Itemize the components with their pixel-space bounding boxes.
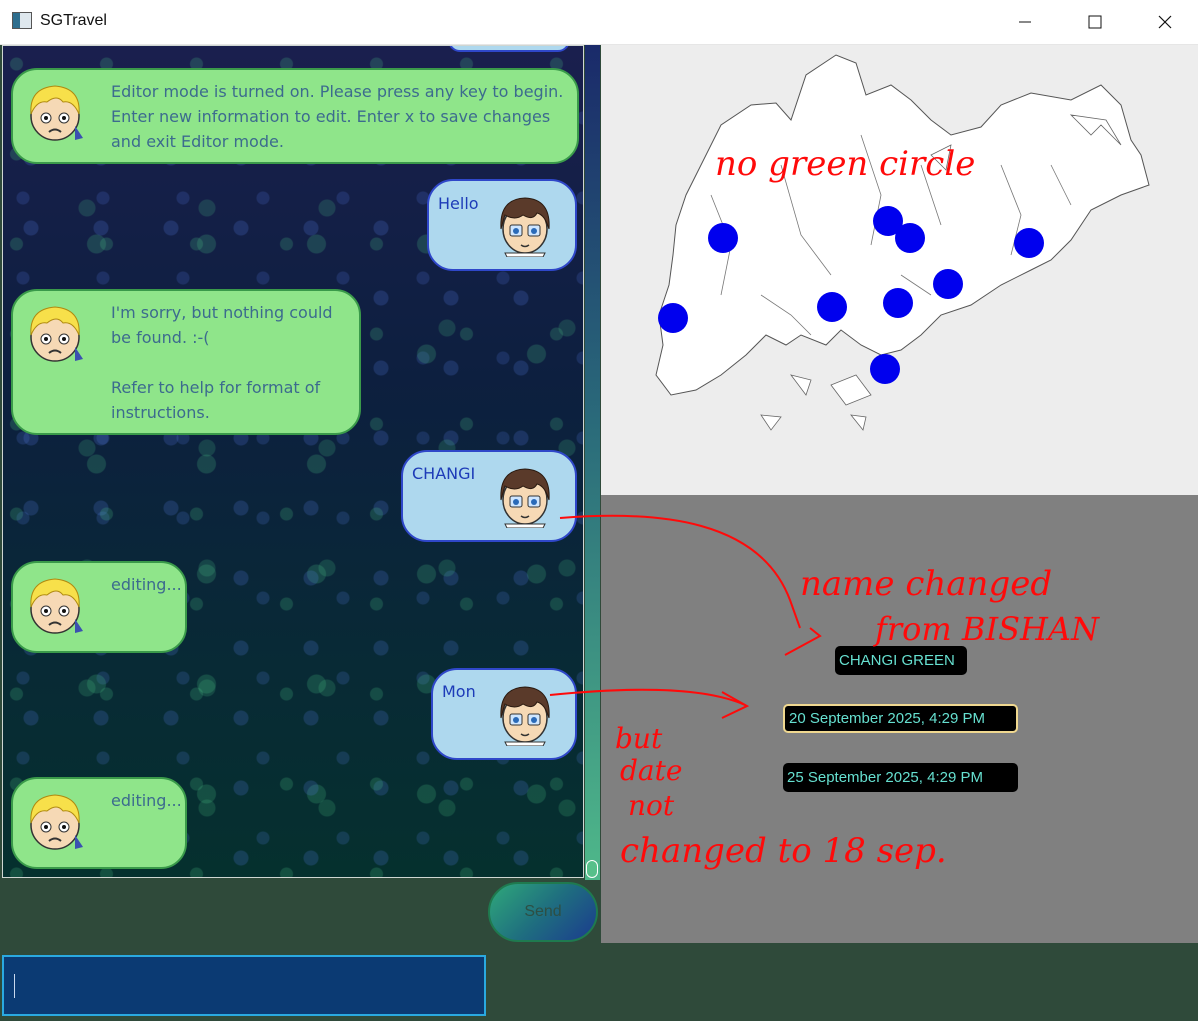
bot-avatar-icon [30, 578, 83, 634]
chat-message-user: CHANGI [401, 450, 577, 542]
minimize-icon [1019, 21, 1031, 23]
map-panel[interactable] [601, 45, 1198, 495]
user-avatar-icon [500, 468, 550, 528]
map-marker[interactable] [658, 303, 688, 333]
end-date-tag[interactable]: 25 September 2025, 4:29 PM [783, 763, 1018, 792]
user-avatar-icon [500, 686, 550, 746]
partial-user-bubble [448, 46, 570, 52]
chat-area[interactable]: Editor mode is turned on. Please press a… [2, 45, 584, 878]
bot-avatar-icon [30, 794, 83, 850]
chat-message-bot: Editor mode is turned on. Please press a… [11, 68, 579, 164]
map-marker[interactable] [817, 292, 847, 322]
chat-scrollbar[interactable] [585, 45, 600, 880]
singapore-map [655, 54, 1150, 431]
message-text: editing... [111, 791, 182, 810]
send-button[interactable]: Send [488, 882, 598, 942]
chat-message-bot: editing... [11, 777, 187, 869]
text-caret [14, 974, 15, 998]
chat-message-user: Hello [427, 179, 577, 271]
message-text: Mon [442, 682, 476, 701]
bot-avatar-icon [30, 85, 83, 141]
maximize-icon [1088, 15, 1102, 29]
close-button[interactable] [1142, 0, 1188, 44]
maximize-button[interactable] [1072, 0, 1118, 44]
title-bar: SGTravel [0, 0, 1198, 45]
start-date-tag[interactable]: 20 September 2025, 4:29 PM [783, 704, 1018, 733]
location-name-tag[interactable]: CHANGI GREEN [835, 646, 967, 675]
minimize-button[interactable] [1002, 0, 1048, 44]
map-marker[interactable] [895, 223, 925, 253]
map-marker[interactable] [933, 269, 963, 299]
user-avatar-icon [500, 197, 550, 257]
message-text: editing... [111, 575, 182, 594]
chat-message-bot: I'm sorry, but nothing could be found. :… [11, 289, 361, 435]
message-text: Editor mode is turned on. Please press a… [111, 82, 564, 151]
app-icon [12, 12, 32, 29]
map-marker[interactable] [883, 288, 913, 318]
window-title: SGTravel [40, 12, 107, 29]
chat-message-user: Mon [431, 668, 577, 760]
message-text: CHANGI [412, 464, 476, 483]
message-text: I'm sorry, but nothing could be found. :… [111, 303, 333, 422]
scrollbar-thumb[interactable] [586, 860, 598, 878]
close-icon [1158, 15, 1172, 29]
detail-panel: CHANGI GREEN 20 September 2025, 4:29 PM … [601, 495, 1198, 943]
message-text: Hello [438, 194, 479, 213]
map-marker[interactable] [870, 354, 900, 384]
command-input[interactable] [2, 955, 486, 1016]
chat-message-bot: editing... [11, 561, 187, 653]
bot-avatar-icon [30, 306, 83, 362]
map-marker[interactable] [1014, 228, 1044, 258]
map-marker[interactable] [708, 223, 738, 253]
